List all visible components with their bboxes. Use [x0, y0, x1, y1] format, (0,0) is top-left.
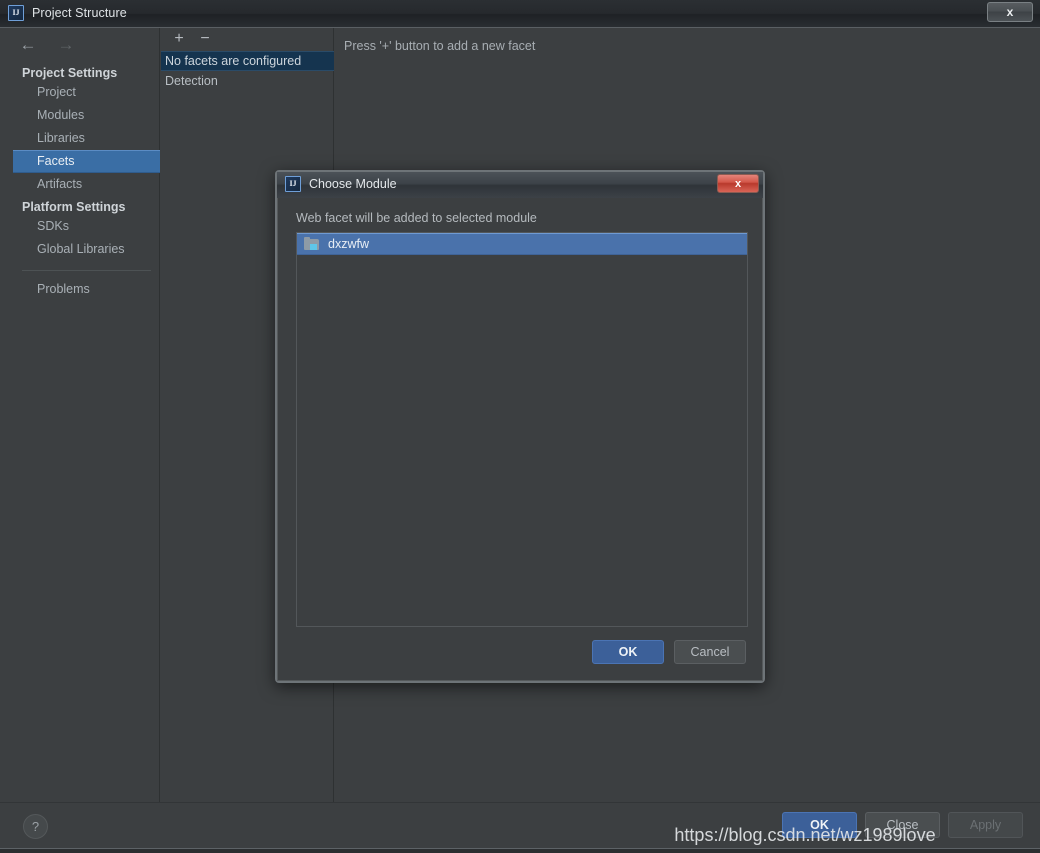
window-bottom-frame	[0, 848, 1040, 853]
apply-button: Apply	[948, 812, 1023, 838]
dialog-ok-button[interactable]: OK	[592, 640, 664, 664]
dialog-description: Web facet will be added to selected modu…	[296, 211, 537, 225]
sidebar-item-project[interactable]: Project	[13, 81, 160, 104]
module-list[interactable]: dxzwfw	[296, 232, 748, 627]
sidebar-item-libraries[interactable]: Libraries	[13, 127, 160, 150]
add-facet-button[interactable]: +	[171, 30, 187, 48]
sidebar-item-artifacts[interactable]: Artifacts	[13, 173, 160, 196]
sidebar-item-global-libraries[interactable]: Global Libraries	[13, 238, 160, 261]
sidebar-header-platform-settings: Platform Settings	[22, 200, 126, 214]
sidebar-group-extra: Problems	[13, 278, 160, 301]
sidebar-item-problems[interactable]: Problems	[13, 278, 160, 301]
arrow-right-icon[interactable]: →	[55, 34, 77, 54]
sidebar-group-project-settings: Project Settings Project Modules Librari…	[13, 62, 160, 196]
main-titlebar: Project Structure x	[0, 0, 1040, 28]
settings-sidebar: ← → Project Settings Project Modules Lib…	[13, 28, 160, 803]
window-close-button[interactable]: x	[987, 2, 1033, 22]
dialog-button-group: OK Cancel	[592, 640, 746, 664]
facets-rows: No facets are configured Detection	[161, 51, 334, 91]
dialog-titlebar: Choose Module x	[277, 172, 763, 198]
watermark-text: https://blog.csdn.net/wz1989love	[674, 825, 936, 845]
sidebar-group-platform-settings: Platform Settings SDKs Global Libraries	[13, 196, 160, 261]
sidebar-item-facets[interactable]: Facets	[13, 150, 160, 173]
main-title-group: Project Structure	[8, 5, 127, 21]
facets-toolbar: + −	[161, 28, 334, 51]
dialog-cancel-button[interactable]: Cancel	[674, 640, 746, 664]
right-scroll-strip[interactable]	[1020, 28, 1029, 803]
sidebar-item-sdks[interactable]: SDKs	[13, 215, 160, 238]
dialog-close-button[interactable]: x	[717, 174, 759, 193]
facets-row-no-facets[interactable]: No facets are configured	[161, 51, 334, 71]
navigation-arrows: ← →	[17, 34, 77, 54]
sidebar-divider	[22, 270, 151, 271]
choose-module-dialog: Choose Module x Web facet will be added …	[275, 170, 765, 683]
window-title: Project Structure	[32, 6, 127, 20]
list-item[interactable]: dxzwfw	[297, 233, 747, 255]
dialog-title: Choose Module	[309, 177, 397, 191]
project-structure-window: Project Structure x ← → Project Settings…	[0, 0, 1040, 853]
facets-row-detection[interactable]: Detection	[161, 71, 334, 91]
intellij-idea-logo-icon	[285, 176, 301, 192]
dialog-title-group: Choose Module	[285, 176, 397, 192]
help-button[interactable]: ?	[23, 814, 48, 839]
dialog-body: Web facet will be added to selected modu…	[277, 198, 763, 681]
module-folder-icon	[304, 237, 320, 251]
intellij-idea-logo-icon	[8, 5, 24, 21]
facet-hint-text: Press '+' button to add a new facet	[344, 39, 536, 53]
arrow-left-icon[interactable]: ←	[17, 34, 39, 54]
sidebar-header-project-settings: Project Settings	[22, 66, 118, 80]
module-name: dxzwfw	[328, 237, 369, 251]
remove-facet-button[interactable]: −	[197, 30, 213, 48]
sidebar-item-modules[interactable]: Modules	[13, 104, 160, 127]
